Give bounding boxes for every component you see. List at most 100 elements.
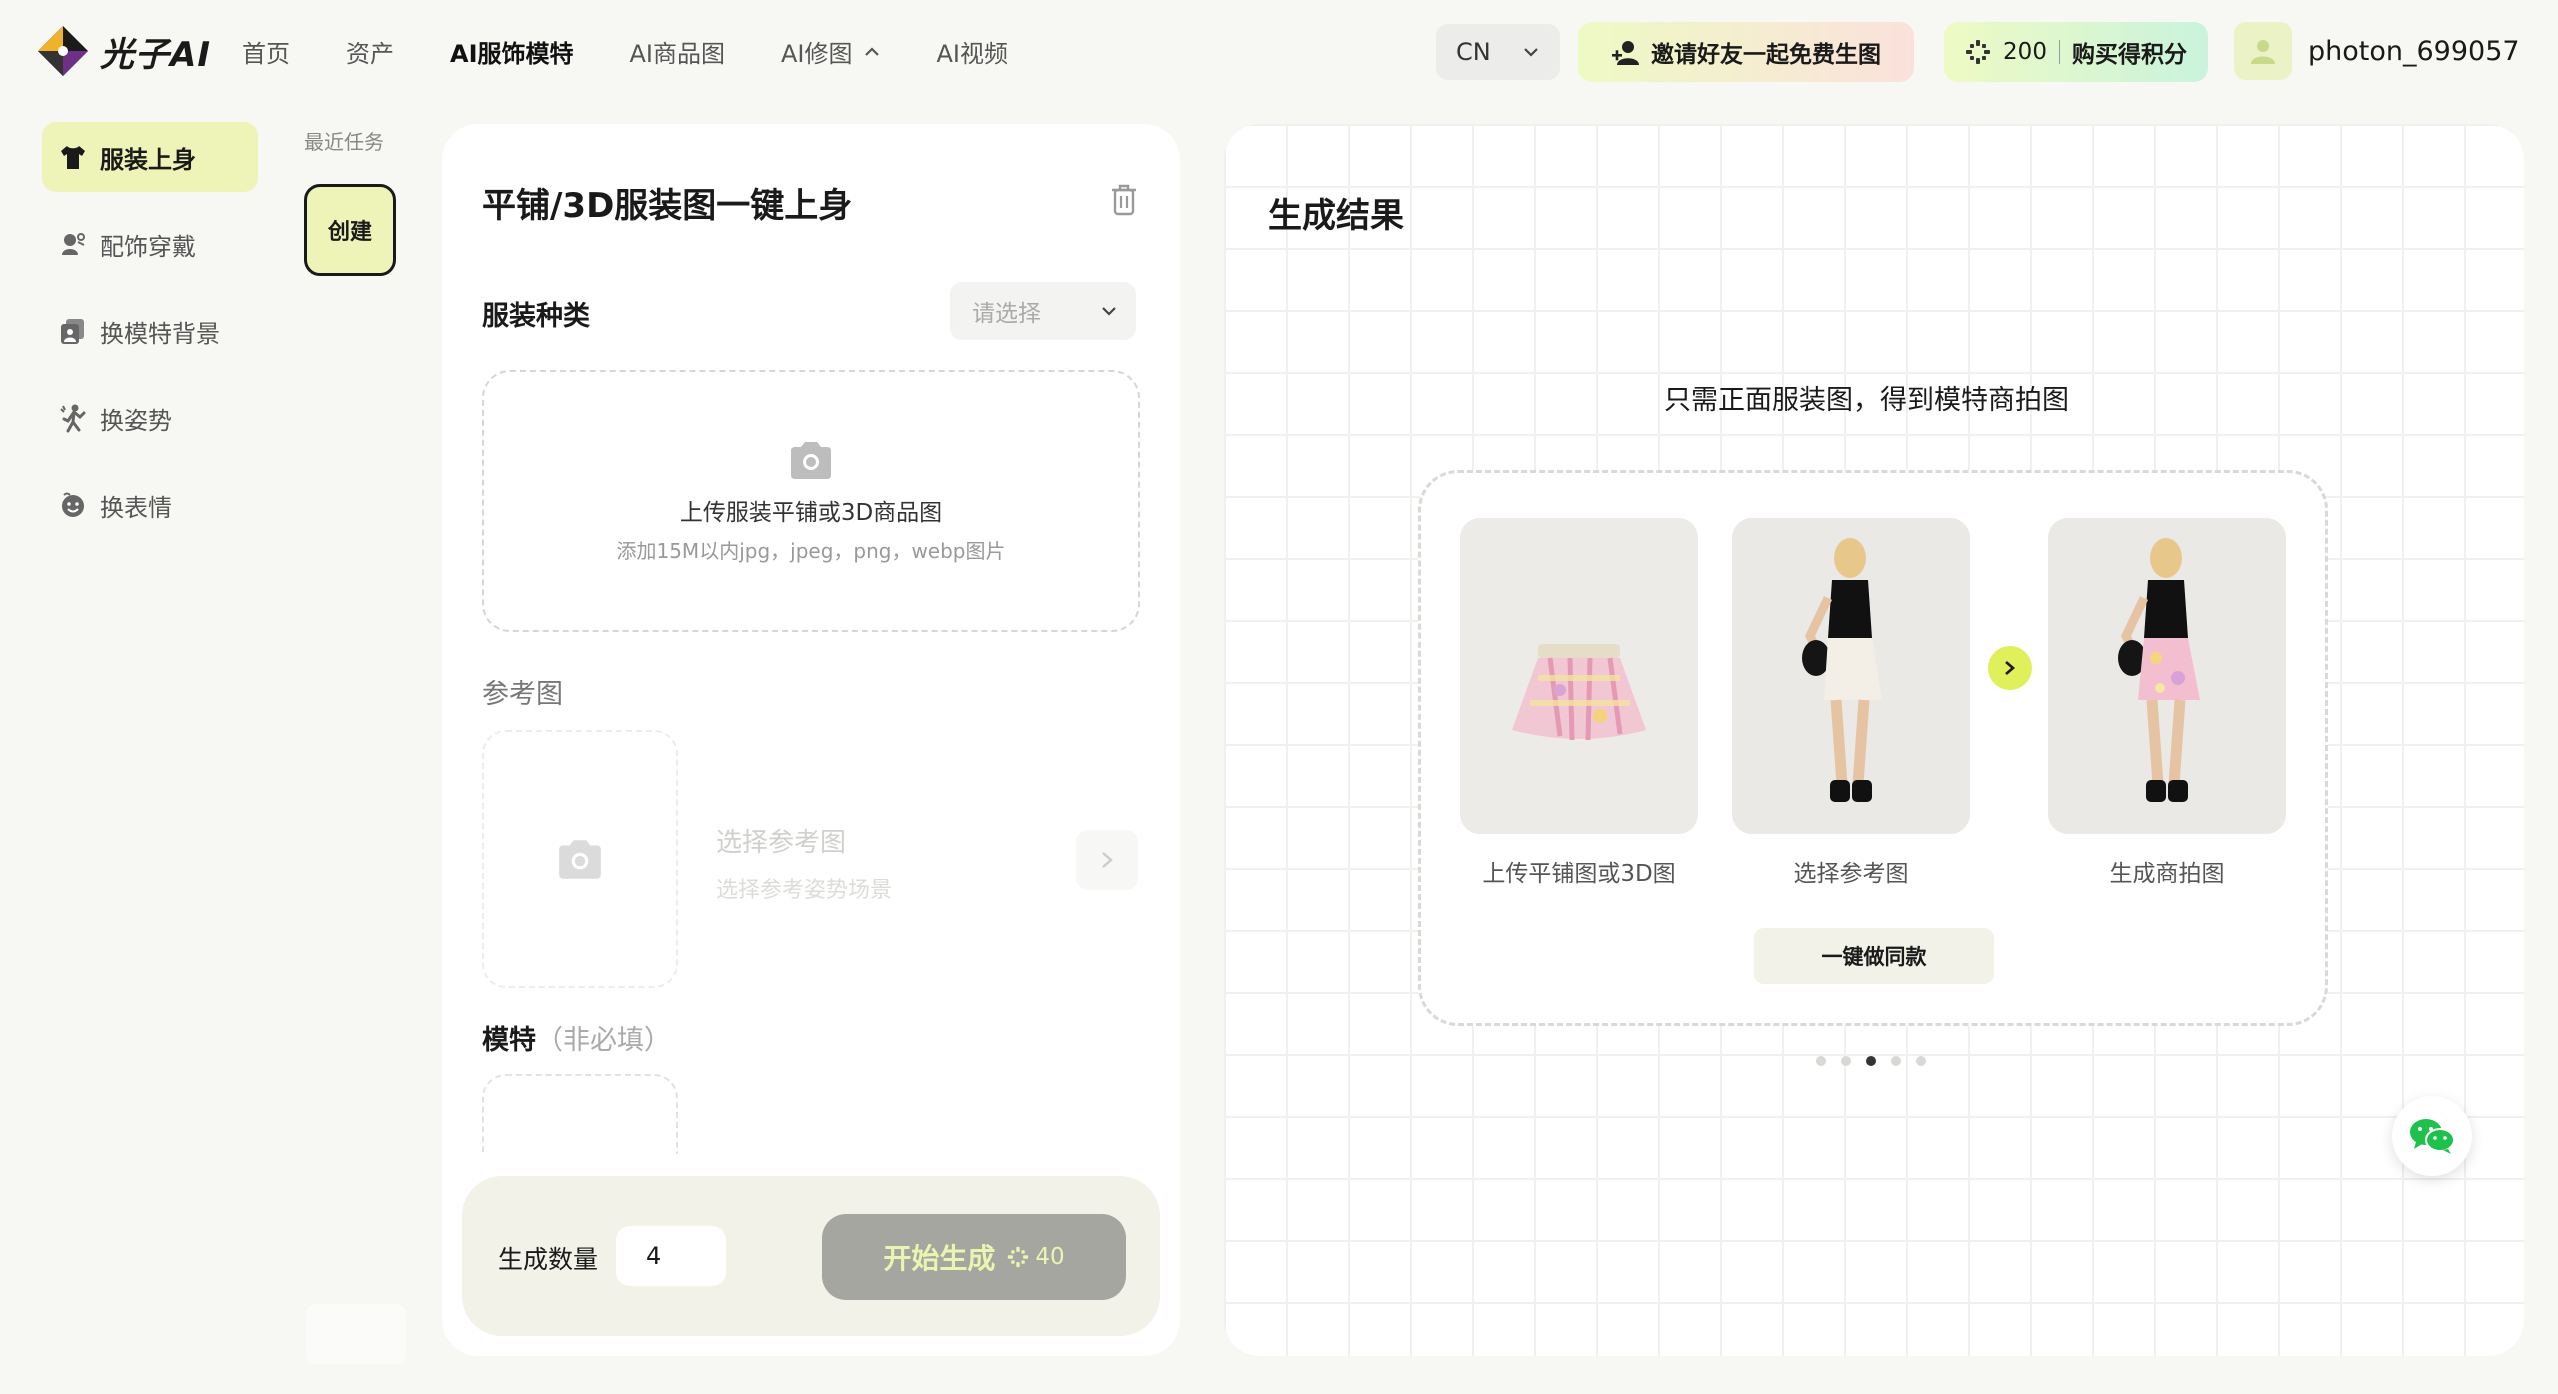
generate-cost-value: 40	[1035, 1244, 1065, 1270]
model-optional-note: （非必填）	[536, 1025, 671, 1056]
chevron-right-icon	[2005, 661, 2015, 675]
upload-title: 上传服装平铺或3D商品图	[679, 499, 943, 526]
points-value: 200	[2003, 39, 2047, 65]
pose-icon	[60, 404, 86, 433]
accessory-icon	[62, 233, 85, 255]
demo-step-caption: 选择参考图	[1793, 861, 1909, 887]
points-gem-icon	[1966, 40, 1991, 64]
start-generate-label: 开始生成	[883, 1242, 996, 1275]
result-hint: 只需正面服装图，得到模特商拍图	[1664, 385, 2069, 416]
sidebar-item-background-swap[interactable]: 换模特背景	[42, 296, 258, 366]
chevron-down-icon	[1524, 48, 1538, 57]
generate-cost: 40	[1007, 1244, 1065, 1270]
skirt-image-illustration	[1460, 518, 1698, 834]
sidebar-item-label: 配饰穿戴	[100, 232, 196, 261]
create-task-button[interactable]: 创建	[304, 184, 396, 276]
model-floral-skirt-illustration	[2048, 518, 2286, 834]
nav-ai-retouch[interactable]: AI修图	[781, 34, 881, 69]
wechat-icon	[2410, 1119, 2455, 1154]
model-label: 模特（非必填）	[482, 1018, 671, 1057]
sidebar: 服装上身 配饰穿戴 换模特背景 换姿势 换表情	[42, 122, 260, 557]
nav-assets-label: 资产	[346, 40, 394, 68]
shirt-icon	[61, 146, 85, 169]
app-logo[interactable]: 光子AI	[36, 24, 211, 78]
sidebar-bottom-placeholder	[306, 1304, 406, 1364]
garment-upload-dropzone[interactable]: 上传服装平铺或3D商品图 添加15M以内jpg，jpeg，png，webp图片	[482, 370, 1140, 632]
demo-reference-image	[1732, 518, 1970, 834]
carousel-dot[interactable]	[1916, 1056, 1926, 1066]
sidebar-item-pose-swap[interactable]: 换姿势	[42, 383, 258, 453]
generate-count-input[interactable]	[616, 1226, 726, 1286]
sidebar-item-expression-swap[interactable]: 换表情	[42, 470, 258, 540]
carousel-dot[interactable]	[1891, 1056, 1901, 1066]
chevron-up-icon	[864, 46, 879, 56]
carousel-dot[interactable]	[1841, 1056, 1851, 1066]
recent-tasks-label: 最近任务	[304, 130, 384, 154]
nav-ai-fashion-model[interactable]: AI服饰模特	[450, 34, 574, 69]
sidebar-item-accessory-wear[interactable]: 配饰穿戴	[42, 209, 258, 279]
demo-flat-garment-image	[1460, 518, 1698, 834]
carousel-dot-active[interactable]	[1866, 1056, 1876, 1066]
logo-text: 光子AI	[100, 34, 211, 75]
garment-category-select[interactable]: 请选择	[950, 282, 1136, 340]
user-avatar-icon	[2251, 40, 2275, 64]
language-select[interactable]: CN	[1436, 24, 1560, 80]
start-generate-button[interactable]: 开始生成 40	[822, 1214, 1126, 1300]
sidebar-item-label: 服装上身	[100, 145, 196, 174]
nav-ai-product-image-label: AI商品图	[629, 40, 726, 68]
upload-hint: 添加15M以内jpg，jpeg，png，webp图片	[616, 538, 1006, 563]
generate-count-label: 生成数量	[498, 1245, 599, 1274]
nav-ai-product-image[interactable]: AI商品图	[630, 34, 726, 69]
camera-icon	[559, 840, 601, 879]
model-select-slot[interactable]	[482, 1074, 678, 1154]
nav-ai-fashion-model-label: AI服饰模特	[450, 40, 574, 68]
nav-ai-video-label: AI视频	[936, 40, 1009, 68]
chevron-right-icon	[1102, 852, 1113, 868]
nav-home[interactable]: 首页	[242, 34, 290, 69]
sidebar-item-label: 换表情	[100, 493, 172, 522]
wechat-contact-button[interactable]	[2392, 1096, 2472, 1176]
trash-icon[interactable]	[1108, 182, 1140, 218]
make-same-style-button[interactable]: 一键做同款	[1754, 928, 1994, 984]
demo-next-arrow-button[interactable]	[1988, 646, 2032, 690]
carousel-dot[interactable]	[1816, 1056, 1826, 1066]
language-value: CN	[1456, 38, 1491, 66]
invite-label: 邀请好友一起免费生图	[1651, 42, 1881, 68]
invite-friends-button[interactable]: 邀请好友一起免费生图	[1578, 22, 1914, 82]
points-gem-icon	[1008, 1246, 1029, 1268]
avatar[interactable]	[2234, 22, 2292, 80]
sidebar-item-label: 换姿势	[100, 406, 172, 435]
expression-icon	[62, 492, 84, 517]
camera-icon	[791, 441, 831, 479]
reference-open-button[interactable]	[1076, 830, 1138, 890]
username: photon_699057	[2308, 35, 2520, 67]
background-swap-icon	[61, 319, 84, 344]
reference-image-label: 参考图	[482, 679, 563, 710]
user-menu[interactable]: photon_699057	[2234, 22, 2520, 80]
points-button[interactable]: 200 购买得积分	[1944, 22, 2208, 82]
top-header: 光子AI 首页 资产 AI服饰模特 AI商品图 AI修图 AI视频 CN 邀请好…	[0, 0, 2558, 106]
demo-result-image	[2048, 518, 2286, 834]
nav-ai-retouch-label: AI修图	[781, 40, 853, 68]
nav-ai-video[interactable]: AI视频	[937, 34, 1009, 69]
buy-points-label: 购买得积分	[2071, 42, 2187, 68]
result-title: 生成结果	[1268, 196, 1404, 236]
nav-home-label: 首页	[242, 40, 290, 68]
reference-select-hint: 选择参考姿势场景	[716, 878, 893, 903]
chevron-down-icon	[1102, 307, 1116, 316]
demo-step-caption: 生成商拍图	[2109, 861, 2225, 887]
model-label-text: 模特	[482, 1025, 536, 1056]
reference-select-title[interactable]: 选择参考图	[716, 822, 846, 859]
logo-mark-icon	[38, 26, 88, 76]
garment-category-placeholder: 请选择	[972, 301, 1041, 327]
page-title: 平铺/3D服装图一键上身	[482, 186, 853, 226]
points-divider	[2058, 40, 2060, 64]
reference-image-slot[interactable]	[482, 730, 678, 988]
nav-assets[interactable]: 资产	[346, 34, 394, 69]
garment-category-label: 服装种类	[482, 301, 590, 332]
sidebar-item-label: 换模特背景	[100, 319, 220, 348]
model-white-skirt-illustration	[1732, 518, 1970, 834]
carousel-pagination	[1816, 1056, 1926, 1066]
sidebar-item-garment-on-model[interactable]: 服装上身	[42, 122, 258, 192]
main-nav: 首页 资产 AI服饰模特 AI商品图 AI修图 AI视频	[242, 34, 1064, 69]
